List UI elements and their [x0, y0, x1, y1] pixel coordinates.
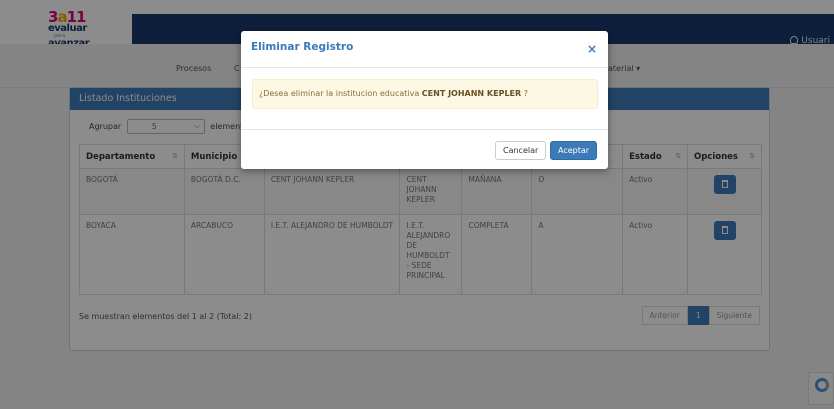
divider — [241, 129, 608, 130]
institution-name: CENT JOHANN KEPLER — [421, 89, 522, 98]
divider — [241, 67, 608, 68]
close-icon[interactable]: × — [587, 42, 597, 56]
dialog-title: Eliminar Registro — [251, 41, 354, 53]
delete-confirm-dialog: Eliminar Registro × ¿Desea eliminar la i… — [241, 31, 608, 169]
warning-message: ¿Desea eliminar la institucion educativa… — [252, 79, 598, 109]
message-prefix: ¿Desea eliminar la institucion educativa — [259, 89, 422, 98]
cancel-button[interactable]: Cancelar — [495, 141, 547, 160]
accept-button[interactable]: Aceptar — [550, 141, 598, 160]
message-suffix: ? — [521, 89, 528, 98]
